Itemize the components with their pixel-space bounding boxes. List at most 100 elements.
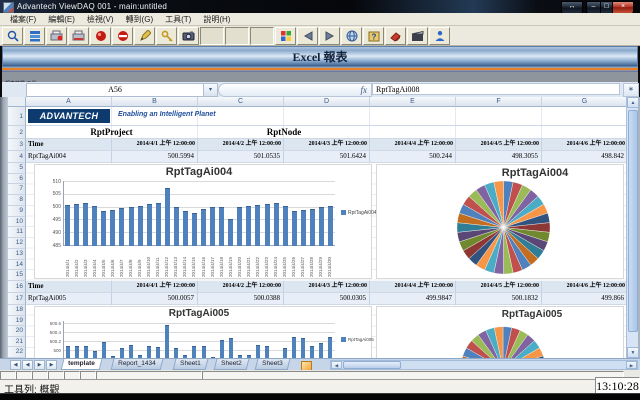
bar[interactable] [183,211,188,246]
bar[interactable] [283,206,288,246]
bar[interactable] [65,205,70,246]
bar[interactable] [310,346,314,358]
bar[interactable] [174,207,179,246]
bar[interactable] [147,204,152,246]
bar[interactable] [228,219,233,246]
bar[interactable] [165,188,170,246]
sheet-cell[interactable]: RptTagAi005 [26,293,112,304]
row-header-20[interactable]: 20 [8,326,26,337]
bar[interactable] [174,348,178,358]
clapperboard-icon[interactable] [407,27,428,45]
database-icon[interactable] [24,27,45,45]
bar[interactable] [156,203,161,246]
menu-item-0[interactable]: 檔案(F) [4,14,42,25]
logo-row[interactable]: ADVANTECHEnabling an Intelligent Planet [26,107,626,126]
menu-item-5[interactable]: 說明(H) [197,14,236,25]
horizontal-scroll-thumb[interactable] [343,361,401,369]
bar[interactable] [119,208,124,246]
series-value-row[interactable]: RptTagAi005500.0057500.0388500.0305499.9… [26,293,626,305]
sheet-cell[interactable]: RptProject [26,126,198,138]
bar[interactable] [129,207,134,246]
camera-icon[interactable] [178,27,199,45]
bar[interactable] [220,340,224,358]
arrow-left-icon[interactable] [297,27,318,45]
pen-icon[interactable] [134,27,155,45]
sheet-cell[interactable]: 501.6424 [284,151,370,162]
alarm-sphere-icon[interactable] [90,27,111,45]
sheet-tab-Report_1434[interactable]: Report_1434 [110,359,162,370]
formula-expand-icon[interactable]: ∗ [623,83,639,97]
bar[interactable] [328,206,333,246]
sheet-cell[interactable]: Time [26,139,112,150]
vertical-scrollbar[interactable]: ▲ ▼ [626,97,638,358]
sheet-cell[interactable]: 2014/4/5 上午 12:00:00 [456,139,542,150]
column-header-C[interactable]: C [198,97,284,107]
keys-icon[interactable] [156,27,177,45]
row-header-11[interactable]: 11 [8,227,26,238]
palette-icon[interactable] [275,27,296,45]
arrow-right-icon[interactable] [319,27,340,45]
sheet-tab-Sheet1[interactable]: Sheet1 [172,359,207,370]
name-box[interactable]: A56 [26,83,204,97]
sheet-cell[interactable]: 498.842 [542,151,626,162]
sheet-cell[interactable]: 2014/4/4 上午 12:00:00 [370,139,456,150]
sheet-cell[interactable]: 501.0535 [198,151,284,162]
column-header-A[interactable]: A [26,97,112,107]
sheet-cell[interactable]: 2014/4/5 上午 12:00:00 [456,281,542,292]
row-header-16[interactable]: 16 [8,281,26,293]
scroll-left-icon[interactable]: ◀ [331,361,342,369]
bar[interactable] [210,207,215,246]
sheet-cell[interactable]: 500.244 [370,151,456,162]
bar[interactable] [301,338,305,358]
column-header-B[interactable]: B [112,97,198,107]
row-header-21[interactable]: 21 [8,337,26,348]
pie-chart-RptTagAi004[interactable]: RptTagAi004 [376,164,624,279]
bar[interactable] [83,203,88,247]
menu-item-3[interactable]: 轉到(G) [120,14,160,25]
sheet-tab-template[interactable]: template [61,359,102,370]
bar[interactable] [255,205,260,246]
bar[interactable] [192,346,196,358]
bar[interactable] [237,207,242,246]
bar[interactable] [319,207,324,246]
sheet-cell[interactable]: 2014/4/1 上午 12:00:00 [112,281,198,292]
sheet-cell[interactable]: 2014/4/3 上午 12:00:00 [284,139,370,150]
bar[interactable] [110,210,115,246]
sheet-tab-Sheet3[interactable]: Sheet3 [255,359,290,370]
bar[interactable] [310,209,315,246]
row-header-6[interactable]: 6 [8,174,26,185]
row-header-7[interactable]: 7 [8,184,26,195]
sheet-cell[interactable]: Time [26,281,112,292]
eraser-icon[interactable] [385,27,406,45]
series-value-row[interactable]: RptTagAi004500.5994501.0535501.6424500.2… [26,151,626,163]
scroll-up-icon[interactable]: ▲ [627,97,639,108]
bar[interactable] [74,204,79,246]
row-header-14[interactable]: 14 [8,260,26,271]
name-box-dropdown-icon[interactable]: ▾ [203,83,218,97]
sheet-cell[interactable]: 2014/4/6 上午 12:00:00 [542,139,626,150]
bar[interactable] [66,346,70,358]
bar[interactable] [219,207,224,246]
help-icon[interactable]: ? [363,27,384,45]
time-row[interactable]: Time2014/4/1 上午 12:00:002014/4/2 上午 12:0… [26,139,626,151]
menu-item-4[interactable]: 工具(T) [159,14,197,25]
bar[interactable] [147,346,151,358]
row-header-10[interactable]: 10 [8,217,26,228]
row-header-17[interactable]: 17 [8,293,26,305]
sheet-cell[interactable]: 2014/4/1 上午 12:00:00 [112,139,198,150]
sheet-cell[interactable]: 500.5994 [112,151,198,162]
row-header-22[interactable]: 22 [8,347,26,358]
row-header-9[interactable]: 9 [8,206,26,217]
sheet-tab-Sheet2[interactable]: Sheet2 [214,359,249,370]
column-header-F[interactable]: F [456,97,542,107]
sheet-cell[interactable]: 2014/4/4 上午 12:00:00 [370,281,456,292]
bar[interactable] [292,337,296,358]
next-sheet-icon[interactable]: ▶ [34,360,45,370]
sheet-cell[interactable]: 500.0057 [112,293,198,304]
row-header-18[interactable]: 18 [8,305,26,316]
sheet-cell[interactable]: RptTagAi004 [26,151,112,162]
sheet-cell[interactable]: 2014/4/3 上午 12:00:00 [284,281,370,292]
bar[interactable] [92,206,97,246]
sheet-cell[interactable]: 2014/4/2 上午 12:00:00 [198,281,284,292]
row-header-13[interactable]: 13 [8,249,26,260]
